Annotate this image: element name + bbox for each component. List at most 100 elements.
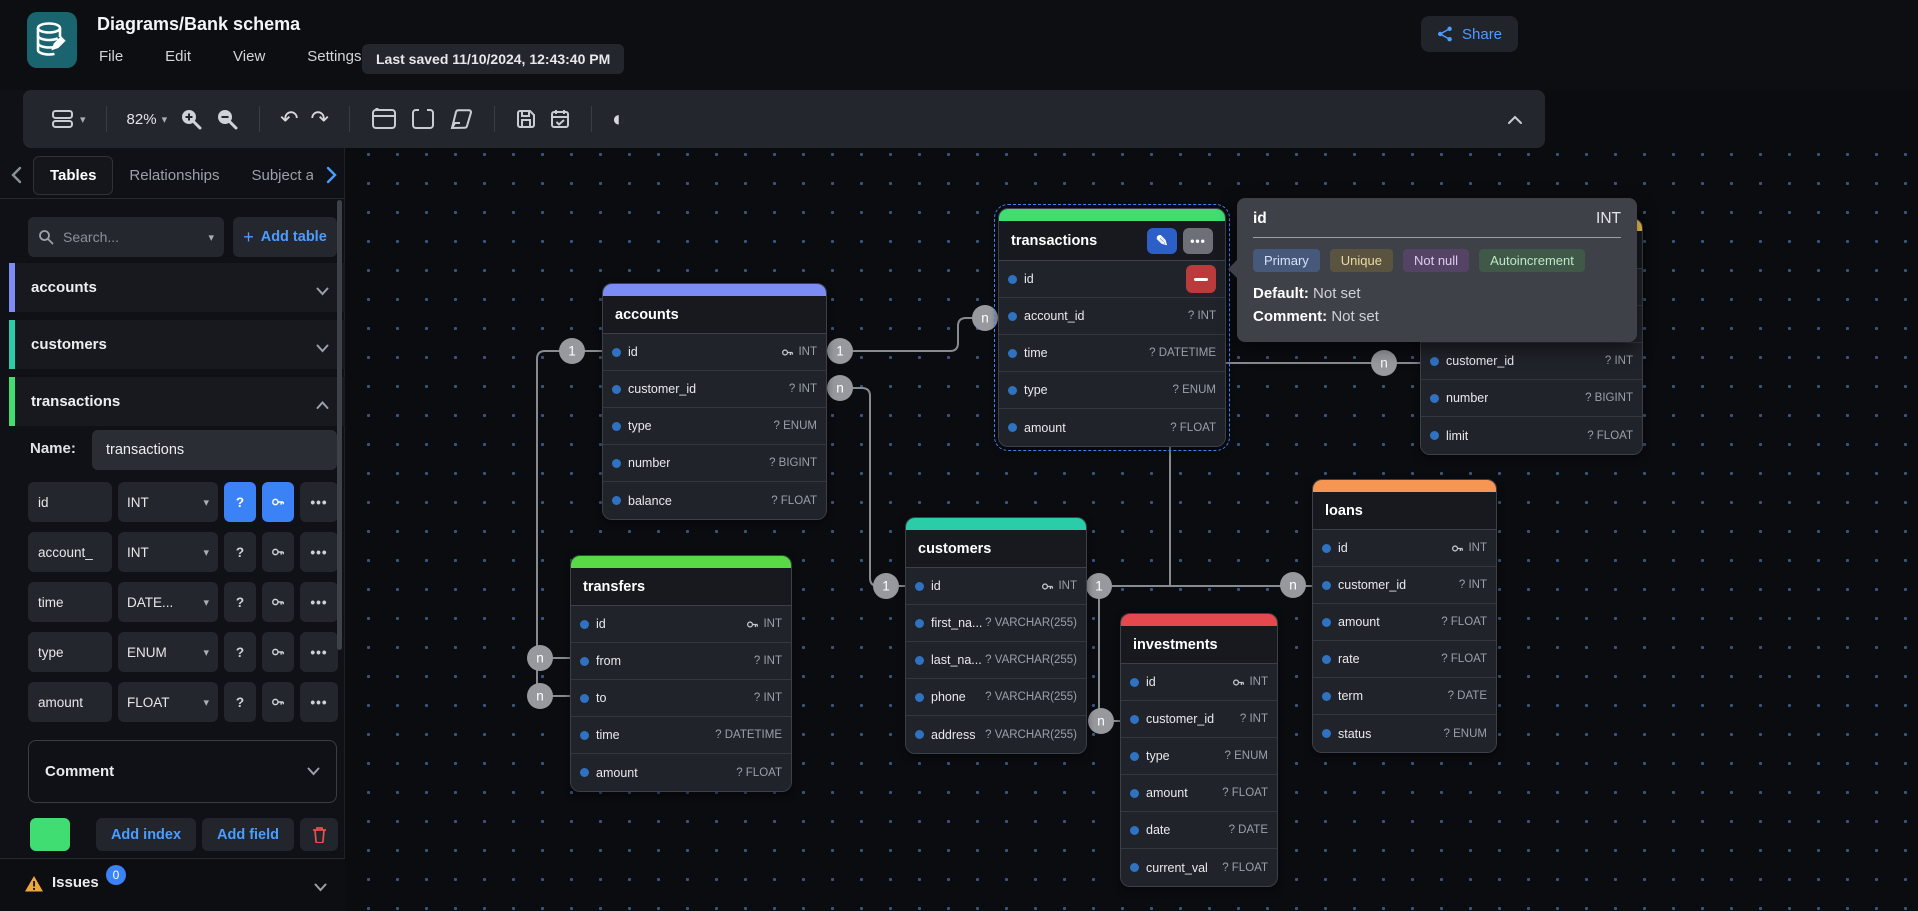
field-type-dropdown[interactable]: INT▾ xyxy=(118,482,218,522)
zoom-in-button[interactable] xyxy=(179,107,203,131)
table-field-row[interactable]: amount? FLOAT xyxy=(1121,775,1277,812)
theme-toggle-button[interactable]: ◐ xyxy=(612,108,625,130)
field-options-button[interactable]: ••• xyxy=(300,532,338,572)
table-field-row[interactable]: date? DATE xyxy=(1121,812,1277,849)
expand-toggle[interactable] xyxy=(316,397,329,415)
table-field-row[interactable]: balance? FLOAT xyxy=(603,482,826,519)
tab-relationships[interactable]: Relationships xyxy=(113,157,235,194)
table-field-row[interactable]: address? VARCHAR(255) xyxy=(906,716,1086,753)
tabs-scroll-right-button[interactable] xyxy=(325,166,337,189)
table-field-row[interactable]: time? DATETIME xyxy=(999,335,1225,372)
nullable-toggle-button[interactable]: ? xyxy=(224,682,256,722)
table-options-button[interactable]: ••• xyxy=(1183,228,1213,254)
table-field-row[interactable]: id INT xyxy=(1121,664,1277,701)
sidebar-scrollbar[interactable] xyxy=(337,200,342,650)
canvas-table-customers[interactable]: customersid INTfirst_na...? VARCHAR(255)… xyxy=(905,517,1087,754)
table-field-row[interactable]: rate? FLOAT xyxy=(1313,641,1496,678)
collapse-toolbar-button[interactable] xyxy=(1507,112,1523,130)
table-field-row[interactable]: to? INT xyxy=(571,680,791,717)
add-table-button[interactable]: + Add table xyxy=(233,217,337,257)
search-input[interactable]: Search... ▾ xyxy=(28,217,224,257)
remove-field-button[interactable] xyxy=(1186,265,1216,293)
field-type-dropdown[interactable]: FLOAT▾ xyxy=(118,682,218,722)
canvas-table-transactions[interactable]: transactions✎•••idaccount_id? INTtime? D… xyxy=(998,208,1226,447)
field-name-input[interactable]: account_ xyxy=(28,532,112,572)
table-field-row[interactable]: term? DATE xyxy=(1313,678,1496,715)
menu-item-edit[interactable]: Edit xyxy=(159,44,197,69)
field-options-button[interactable]: ••• xyxy=(300,632,338,672)
nullable-toggle-button[interactable]: ? xyxy=(224,632,256,672)
table-field-row[interactable]: from? INT xyxy=(571,643,791,680)
field-name-input[interactable]: type xyxy=(28,632,112,672)
field-name-input[interactable]: amount xyxy=(28,682,112,722)
comment-section[interactable]: Comment xyxy=(28,740,337,803)
table-field-row[interactable]: account_id? INT xyxy=(999,298,1225,335)
sidebar-table-item-transactions[interactable]: transactions xyxy=(9,377,345,426)
add-note-tool-button[interactable] xyxy=(448,108,474,130)
field-options-button[interactable]: ••• xyxy=(300,682,338,722)
field-type-dropdown[interactable]: DATE...▾ xyxy=(118,582,218,622)
menu-item-file[interactable]: File xyxy=(93,44,129,69)
zoom-level-dropdown[interactable]: 82% ▾ xyxy=(127,111,168,128)
add-field-button[interactable]: Add field xyxy=(202,818,294,851)
field-name-input[interactable]: time xyxy=(28,582,112,622)
canvas-table-transfers[interactable]: transfersid INTfrom? INTto? INTtime? DAT… xyxy=(570,555,792,792)
issues-bar[interactable]: Issues 0 xyxy=(0,858,345,911)
tab-subject-ar[interactable]: Subject ar xyxy=(235,157,313,194)
table-field-row[interactable]: id INT xyxy=(571,606,791,643)
delete-table-button[interactable] xyxy=(300,818,338,851)
share-button[interactable]: Share xyxy=(1421,16,1518,52)
nullable-toggle-button[interactable]: ? xyxy=(224,532,256,572)
table-field-row[interactable]: amount? FLOAT xyxy=(1313,604,1496,641)
table-name-input[interactable]: transactions xyxy=(92,430,337,470)
table-field-row[interactable]: customer_id? INT xyxy=(1421,343,1642,380)
field-name-input[interactable]: id xyxy=(28,482,112,522)
table-field-row[interactable]: type? ENUM xyxy=(1121,738,1277,775)
table-field-row[interactable]: amount? FLOAT xyxy=(999,409,1225,446)
table-field-row[interactable]: phone? VARCHAR(255) xyxy=(906,679,1086,716)
table-field-row[interactable]: id INT xyxy=(1313,530,1496,567)
expand-toggle[interactable] xyxy=(316,340,329,358)
table-field-row[interactable]: amount? FLOAT xyxy=(571,754,791,791)
primary-key-toggle-button[interactable] xyxy=(262,482,294,522)
table-color-swatch[interactable] xyxy=(30,818,70,851)
field-type-dropdown[interactable]: INT▾ xyxy=(118,532,218,572)
table-field-row[interactable]: customer_id? INT xyxy=(1121,701,1277,738)
menu-item-view[interactable]: View xyxy=(227,44,271,69)
primary-key-toggle-button[interactable] xyxy=(262,632,294,672)
expand-toggle[interactable] xyxy=(316,283,329,301)
add-index-button[interactable]: Add index xyxy=(96,818,196,851)
save-button[interactable] xyxy=(515,108,537,130)
redo-button[interactable]: ↷ xyxy=(311,108,329,130)
table-field-row[interactable]: customer_id? INT xyxy=(1313,567,1496,604)
todo-button[interactable] xyxy=(549,108,571,130)
field-options-button[interactable]: ••• xyxy=(300,482,338,522)
primary-key-toggle-button[interactable] xyxy=(262,532,294,572)
table-field-row[interactable]: id INT xyxy=(906,568,1086,605)
canvas-table-investments[interactable]: investmentsid INTcustomer_id? INTtype? E… xyxy=(1120,613,1278,887)
table-field-row[interactable]: number? BIGINT xyxy=(603,445,826,482)
tabs-scroll-left-button[interactable] xyxy=(10,166,22,189)
field-options-button[interactable]: ••• xyxy=(300,582,338,622)
table-field-row[interactable]: status? ENUM xyxy=(1313,715,1496,752)
edit-table-button[interactable]: ✎ xyxy=(1147,228,1177,254)
nullable-toggle-button[interactable]: ? xyxy=(224,482,256,522)
canvas-table-loans[interactable]: loansid INTcustomer_id? INTamount? FLOAT… xyxy=(1312,479,1497,753)
table-field-row[interactable]: limit? FLOAT xyxy=(1421,417,1642,454)
tab-tables[interactable]: Tables xyxy=(33,156,113,195)
table-field-row[interactable]: current_val? FLOAT xyxy=(1121,849,1277,886)
table-field-row[interactable]: id INT xyxy=(603,334,826,371)
primary-key-toggle-button[interactable] xyxy=(262,682,294,722)
add-area-tool-button[interactable] xyxy=(410,108,436,130)
field-type-dropdown[interactable]: ENUM▾ xyxy=(118,632,218,672)
nullable-toggle-button[interactable]: ? xyxy=(224,582,256,622)
undo-button[interactable]: ↶ xyxy=(280,108,298,130)
sidebar-table-item-customers[interactable]: customers xyxy=(9,320,345,369)
add-table-tool-button[interactable] xyxy=(370,108,398,130)
table-field-row[interactable]: type? ENUM xyxy=(999,372,1225,409)
menu-item-settings[interactable]: Settings xyxy=(301,44,367,69)
zoom-out-button[interactable] xyxy=(215,107,239,131)
primary-key-toggle-button[interactable] xyxy=(262,582,294,622)
layout-menu-button[interactable]: ▾ xyxy=(51,109,86,129)
table-field-row[interactable]: last_na...? VARCHAR(255) xyxy=(906,642,1086,679)
